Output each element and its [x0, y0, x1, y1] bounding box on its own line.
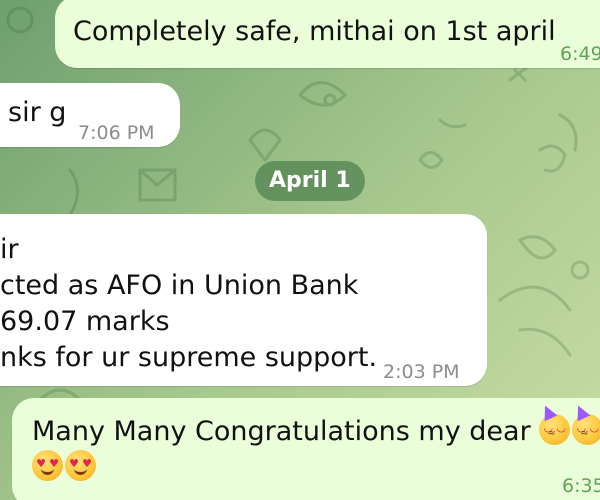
- message-time: 6:49: [560, 43, 600, 65]
- partying-face-emoji: ◡ ◡ ≈: [571, 402, 600, 445]
- message-bubble-incoming[interactable]: ir cted as AFO in Union Bank 69.07 marks…: [0, 214, 487, 386]
- heart-eyes-emoji: ♥ ♥: [65, 450, 96, 481]
- message-time: 7:06 PM: [78, 122, 155, 144]
- message-text-line: ♥ ♥ ♥ ♥: [32, 450, 600, 486]
- chat-view[interactable]: Completely safe, mithai on 1st april 6:4…: [0, 0, 600, 500]
- heart-eyes-emoji: ♥ ♥: [32, 450, 63, 481]
- message-bubble-incoming[interactable]: sir g 7:06 PM: [0, 83, 180, 147]
- message-text-line: 69.07 marks: [0, 306, 170, 337]
- message-time: 6:35: [562, 475, 600, 497]
- message-text-line: ir: [0, 234, 19, 265]
- message-text: Completely safe, mithai on 1st april: [73, 16, 556, 47]
- message-text-line: cted as AFO in Union Bank: [0, 270, 359, 301]
- message-text-line: Many Many Congratulations my dear ◡ ◡ ≈ ◡ ◡…: [32, 402, 600, 450]
- partying-face-emoji: ◡ ◡ ≈: [538, 402, 571, 445]
- message-bubble-outgoing[interactable]: Many Many Congratulations my dear ◡ ◡ ≈ ◡ ◡…: [12, 398, 600, 500]
- date-separator-badge: April 1: [255, 161, 365, 201]
- message-text: Many Many Congratulations my dear: [32, 416, 531, 447]
- message-bubble-outgoing[interactable]: Completely safe, mithai on 1st april 6:4…: [55, 0, 600, 68]
- message-time: 2:03 PM: [383, 361, 460, 383]
